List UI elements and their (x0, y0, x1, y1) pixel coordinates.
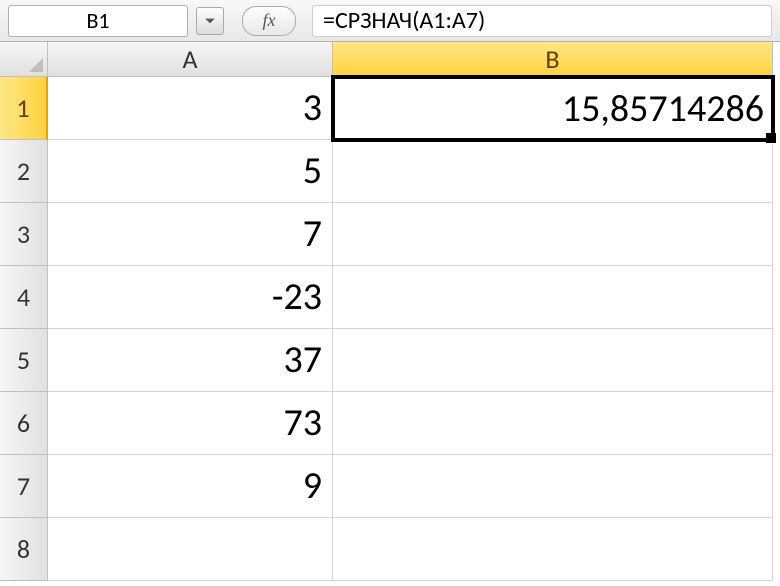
cell-A7[interactable]: 9 (48, 455, 333, 518)
cell-value: 3 (303, 85, 322, 131)
fill-handle[interactable] (766, 133, 776, 143)
cell-value: 37 (283, 337, 322, 383)
row-label: 6 (17, 407, 30, 439)
column-header-B[interactable]: B (333, 42, 773, 77)
cell-A1[interactable]: 3 (48, 77, 333, 140)
table-row: 2 5 (0, 140, 780, 203)
column-label: B (545, 43, 559, 75)
cell-A6[interactable]: 73 (48, 392, 333, 455)
cell-A2[interactable]: 5 (48, 140, 333, 203)
cell-value: 7 (303, 211, 322, 257)
cell-A8[interactable] (48, 518, 333, 581)
cell-B8[interactable] (333, 518, 773, 581)
cell-B4[interactable] (333, 266, 773, 329)
cell-A3[interactable]: 7 (48, 203, 333, 266)
cell-B7[interactable] (333, 455, 773, 518)
row-header-4[interactable]: 4 (0, 266, 48, 329)
table-row: 4 -23 (0, 266, 780, 329)
row-label: 3 (17, 218, 30, 250)
formula-text: =СРЗНАЧ(A1:A7) (323, 6, 485, 35)
fx-label: fx (263, 10, 276, 31)
select-all-corner[interactable] (0, 42, 48, 77)
cell-A4[interactable]: -23 (48, 266, 333, 329)
row-header-8[interactable]: 8 (0, 518, 48, 581)
cell-B2[interactable] (333, 140, 773, 203)
cell-reference: B1 (86, 7, 109, 34)
row-label: 1 (16, 92, 29, 124)
table-row: 8 (0, 518, 780, 581)
cell-value: 15,85714286 (562, 86, 764, 132)
cell-value: -23 (272, 274, 322, 320)
formula-bar: B1 fx =СРЗНАЧ(A1:A7) (0, 0, 780, 42)
cell-B5[interactable] (333, 329, 773, 392)
row-header-7[interactable]: 7 (0, 455, 48, 518)
table-row: 3 7 (0, 203, 780, 266)
row-label: 4 (17, 281, 30, 313)
row-label: 7 (17, 470, 30, 502)
row-header-6[interactable]: 6 (0, 392, 48, 455)
formula-input[interactable]: =СРЗНАЧ(A1:A7) (312, 5, 772, 37)
cell-B6[interactable] (333, 392, 773, 455)
cell-value: 9 (303, 463, 322, 509)
row-label: 2 (17, 155, 30, 187)
column-headers: A B (0, 42, 780, 77)
cell-value: 5 (303, 148, 322, 194)
table-row: 6 73 (0, 392, 780, 455)
chevron-down-icon (204, 15, 216, 27)
name-box[interactable]: B1 (8, 5, 188, 37)
row-label: 8 (17, 533, 30, 565)
cell-value: 73 (283, 400, 322, 446)
row-label: 5 (17, 344, 30, 376)
insert-function-button[interactable]: fx (242, 6, 296, 36)
cell-B3[interactable] (333, 203, 773, 266)
column-label: A (182, 43, 197, 75)
cell-A5[interactable]: 37 (48, 329, 333, 392)
row-header-5[interactable]: 5 (0, 329, 48, 392)
row-header-1[interactable]: 1 (0, 77, 48, 140)
table-row: 1 3 15,85714286 (0, 77, 780, 140)
row-header-3[interactable]: 3 (0, 203, 48, 266)
cell-B1[interactable]: 15,85714286 (331, 75, 775, 142)
column-header-A[interactable]: A (48, 42, 333, 77)
select-all-icon (29, 58, 43, 72)
row-header-2[interactable]: 2 (0, 140, 48, 203)
name-box-dropdown[interactable] (196, 7, 224, 35)
table-row: 7 9 (0, 455, 780, 518)
table-row: 5 37 (0, 329, 780, 392)
spreadsheet-grid: A B 1 3 15,85714286 2 5 3 7 4 -23 5 37 6… (0, 42, 780, 581)
